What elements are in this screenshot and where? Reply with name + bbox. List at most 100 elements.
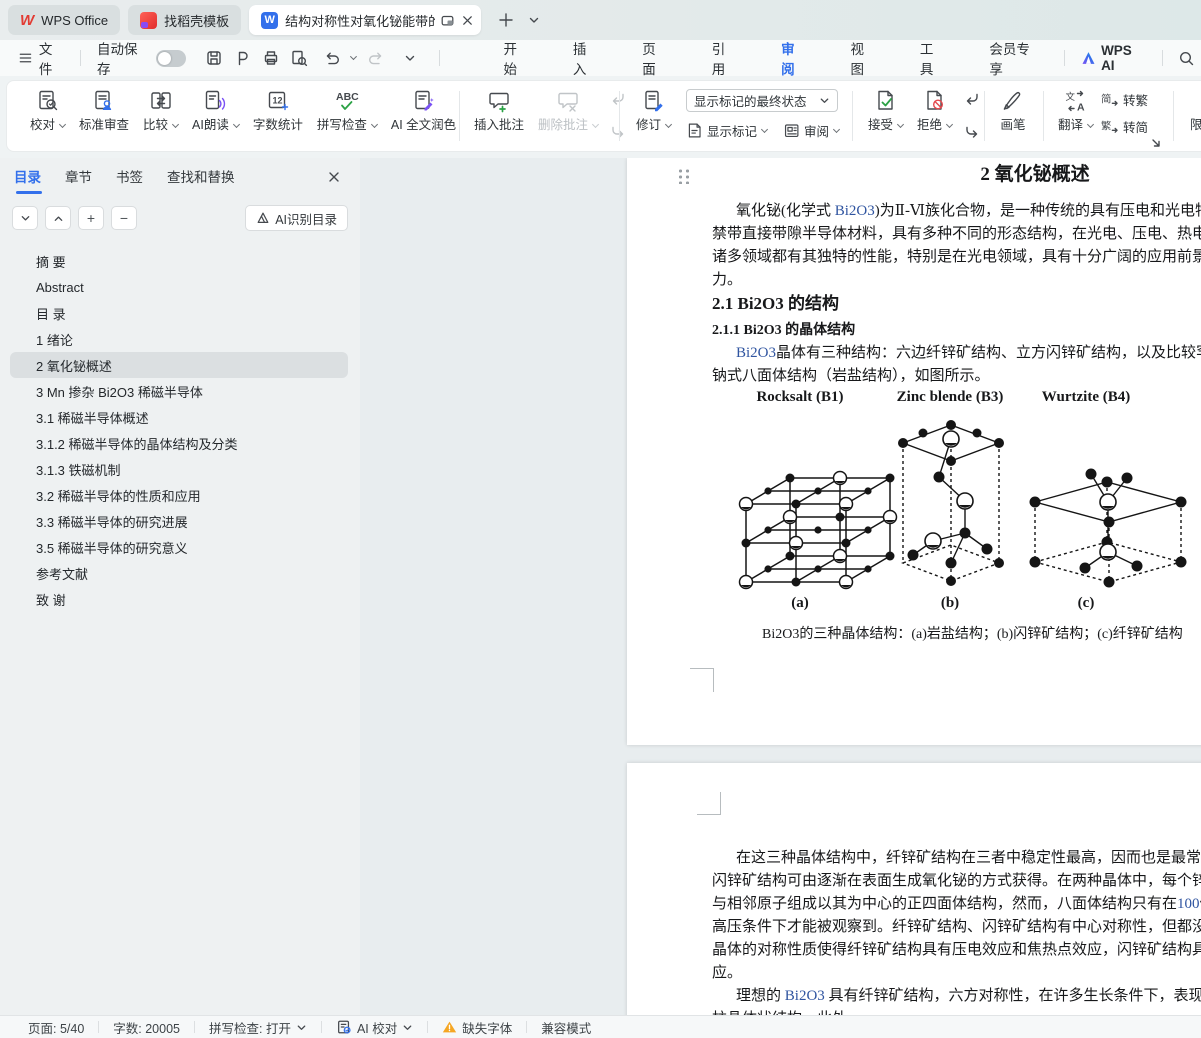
navigation-sidebar: 目录 章节 书签 查找和替换 + − AI识别目录 摘 要 Abstract 目… — [0, 158, 360, 1015]
menu-insert[interactable]: 插入 — [559, 34, 612, 82]
reject-change-button[interactable]: 拒绝 — [910, 81, 959, 133]
ai-detect-toc-button[interactable]: AI识别目录 — [245, 205, 348, 231]
zoom-out-toc-button[interactable]: − — [111, 206, 137, 230]
toc-item[interactable]: 参考文献 — [10, 560, 348, 586]
expand-all-button[interactable] — [12, 206, 38, 230]
toc-item[interactable]: 摘 要 — [10, 248, 348, 274]
delete-comment-button[interactable]: 删除批注 — [531, 81, 605, 133]
close-tab-icon[interactable] — [459, 11, 475, 29]
divider — [438, 50, 440, 66]
to-traditional-button[interactable]: 简 转繁 — [1100, 90, 1148, 109]
new-tab-icon[interactable] — [497, 11, 515, 29]
menu-reference[interactable]: 引用 — [698, 34, 751, 82]
sidebar-tab-bookmarks[interactable]: 书签 — [116, 166, 143, 192]
ai-polish-icon — [411, 88, 437, 114]
collapse-all-button[interactable] — [45, 206, 71, 230]
spell-check-button[interactable]: ABC 拼写检查 — [310, 81, 384, 133]
group-expand-icon[interactable] — [1151, 135, 1161, 153]
sidebar-tab-find-replace[interactable]: 查找和替换 — [167, 166, 235, 192]
missing-font-warning[interactable]: 缺失字体 — [428, 1018, 526, 1037]
insert-comment-button[interactable]: 插入批注 — [467, 81, 531, 133]
word-count-button[interactable]: 12 字数统计 — [246, 81, 310, 133]
autosave-toggle[interactable] — [155, 49, 186, 67]
page-indicator[interactable]: 页面: 5/40 — [14, 1018, 98, 1037]
wps-window: W WPS Office 找稻壳模板 W 结构对称性对氧化铋能带的影 文 — [0, 0, 1201, 1038]
print-preview-icon[interactable] — [287, 46, 311, 70]
proofread-button[interactable]: 校对 — [23, 81, 72, 133]
zoom-in-toc-button[interactable]: + — [78, 206, 104, 230]
warning-icon — [443, 1021, 457, 1033]
accept-change-icon — [873, 88, 899, 114]
ink-pen-button[interactable]: 画笔 — [993, 81, 1033, 133]
translate-button[interactable]: 文A 翻译 — [1051, 81, 1100, 133]
body-line: Bi2O3晶体有三种结构：六边纤锌矿结构、立方闪锌矿结构，以及比较罕见的 — [736, 345, 1201, 361]
ai-polish-button[interactable]: AI 全文润色 — [384, 81, 463, 133]
toc-item-selected[interactable]: 2 氧化铋概述 — [10, 352, 348, 378]
document-canvas[interactable]: 2 氧化铋概述 氧化铋(化学式 Bi2O3)为Ⅱ-Ⅵ族化合物，是一种传统的具有压… — [360, 158, 1201, 1015]
word-count-icon: 12 — [265, 88, 291, 114]
toc-item[interactable]: 3.2 稀磁半导体的性质和应用 — [10, 482, 348, 508]
heading-2-1: 2.1 Bi2O3 的结构 — [712, 294, 840, 313]
review-ribbon: 校对 标准审查 比较 AI朗读 12 字数统计 ABC 拼写检查 AI 全文润色… — [0, 76, 1201, 158]
redo-icon[interactable] — [364, 46, 388, 70]
spell-check-icon: ABC — [334, 88, 360, 114]
tab-list-chevron-icon[interactable] — [525, 11, 543, 29]
close-sidebar-icon[interactable] — [324, 167, 344, 187]
save-icon[interactable] — [202, 46, 226, 70]
review-pane-button[interactable]: 审阅 — [783, 121, 841, 140]
tab-docer-templates[interactable]: 找稻壳模板 — [128, 5, 242, 35]
wps-ai-button[interactable]: WPS AI — [1075, 43, 1151, 73]
ai-proofread-status[interactable]: AI 校对 — [322, 1018, 427, 1037]
main-menu-button[interactable]: 文件 — [12, 38, 70, 78]
quick-access-chevron-icon[interactable] — [398, 46, 422, 70]
word-count-indicator[interactable]: 字数: 20005 — [99, 1018, 194, 1037]
figure-sublabel-a: (a) — [791, 595, 809, 611]
undo-icon[interactable] — [319, 46, 343, 70]
accept-change-button[interactable]: 接受 — [861, 81, 910, 133]
tab-document[interactable]: W 结构对称性对氧化铋能带的影 — [249, 5, 482, 35]
delete-comment-icon — [555, 88, 581, 114]
to-simplified-button[interactable]: 繁 转简 — [1100, 117, 1148, 136]
menu-view[interactable]: 视图 — [837, 34, 890, 82]
next-change-icon[interactable] — [961, 121, 983, 143]
toc-item[interactable]: 3.1.2 稀磁半导体的晶体结构及分类 — [10, 430, 348, 456]
toc-item[interactable]: 致 谢 — [10, 586, 348, 612]
toc-item[interactable]: 3.1.3 铁磁机制 — [10, 456, 348, 482]
menu-review[interactable]: 审阅 — [767, 34, 820, 82]
document-page-2[interactable]: 在这三种晶体结构中，纤锌矿结构在三者中稳定性最高，因而也是最常见的结 闪锌矿结构… — [627, 763, 1201, 1015]
compare-button[interactable]: 比较 — [136, 81, 185, 133]
menu-home[interactable]: 开始 — [489, 34, 542, 82]
restrict-group: 限制编辑 — [1183, 81, 1201, 151]
show-markup-button[interactable]: 显示标记 — [686, 121, 769, 140]
export-pdf-icon[interactable] — [230, 46, 254, 70]
body-line: 与相邻原子组成以其为中心的正四面体结构，然而，八面体结构只有在100亿帕 — [712, 896, 1201, 912]
toc-item[interactable]: 3.5 稀磁半导体的研究意义 — [10, 534, 348, 560]
print-icon[interactable] — [258, 46, 282, 70]
track-changes-button[interactable]: 修订 — [629, 81, 678, 133]
standard-review-button[interactable]: 标准审查 — [72, 81, 136, 133]
restrict-editing-button[interactable]: 限制编辑 — [1183, 81, 1201, 133]
toc-item[interactable]: 3.3 稀磁半导体的研究进展 — [10, 508, 348, 534]
undo-chevron-icon[interactable] — [349, 53, 357, 60]
float-window-icon[interactable] — [439, 11, 455, 29]
document-page-1[interactable]: 2 氧化铋概述 氧化铋(化学式 Bi2O3)为Ⅱ-Ⅵ族化合物，是一种传统的具有压… — [627, 158, 1201, 745]
toc-item[interactable]: 3.1 稀磁半导体概述 — [10, 404, 348, 430]
spellcheck-status[interactable]: 拼写检查: 打开 — [195, 1018, 321, 1037]
sidebar-tab-contents[interactable]: 目录 — [14, 166, 42, 194]
previous-change-icon[interactable] — [961, 88, 983, 110]
tab-wps-office[interactable]: W WPS Office — [8, 5, 121, 35]
toc-item[interactable]: 1 绪论 — [10, 326, 348, 352]
search-icon[interactable] — [1175, 46, 1199, 70]
svg-text:繁: 繁 — [1101, 119, 1112, 132]
toc-item[interactable]: 3 Mn 掺杂 Bi2O3 稀磁半导体 — [10, 378, 348, 404]
tab-label: 结构对称性对氧化铋能带的影 — [285, 13, 436, 29]
sidebar-tab-chapters[interactable]: 章节 — [65, 166, 92, 192]
toc-item[interactable]: 目 录 — [10, 300, 348, 326]
ai-read-aloud-button[interactable]: AI朗读 — [185, 81, 246, 133]
traditional-to-simplified-icon: 繁 — [1101, 119, 1118, 133]
menu-member[interactable]: 会员专享 — [975, 34, 1054, 82]
menu-page[interactable]: 页面 — [628, 34, 681, 82]
markup-state-dropdown[interactable]: 显示标记的最终状态 — [686, 89, 839, 112]
toc-item[interactable]: Abstract — [10, 274, 348, 300]
menu-tools[interactable]: 工具 — [906, 34, 959, 82]
